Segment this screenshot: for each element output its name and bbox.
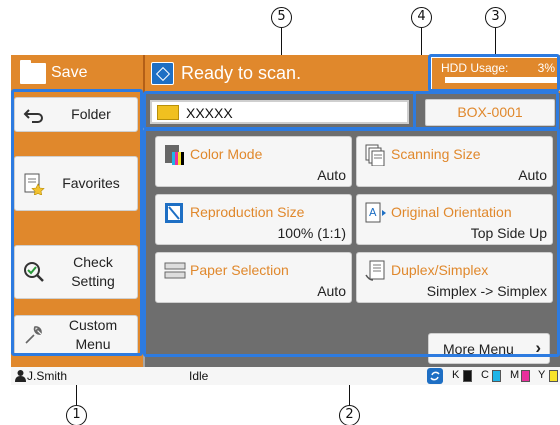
function-area-highlight [143, 128, 560, 357]
folder-field-highlight [143, 91, 416, 130]
callout-2: 2 [339, 405, 360, 425]
callout-3-line [495, 28, 497, 55]
ink-refresh-icon [427, 368, 443, 384]
ink-label-y: Y [538, 369, 546, 381]
ink-level-m [521, 370, 530, 382]
status-area: Ready to scan. [145, 55, 423, 93]
ink-level-y [549, 370, 558, 382]
ink-level-c [492, 370, 501, 382]
callout-3: 3 [485, 7, 506, 28]
ink-label-k: K [452, 369, 460, 381]
status-message: Ready to scan. [181, 63, 302, 83]
mode-label: Save [51, 64, 88, 81]
start-icon [151, 62, 174, 85]
hdd-usage-highlight [428, 54, 560, 92]
user-name[interactable]: J.Smith [27, 369, 67, 383]
machine-status: Idle [189, 369, 209, 383]
ink-label-m: M [510, 369, 520, 381]
mode-indicator: Save [11, 55, 143, 93]
user-icon [15, 370, 26, 382]
sidebar-highlight [11, 89, 143, 356]
save-folder-icon [20, 60, 46, 84]
box-button-highlight [413, 91, 559, 130]
ink-level-k [463, 370, 472, 382]
callout-1: 1 [66, 405, 87, 425]
ink-label-c: C [481, 369, 489, 381]
callout-5: 5 [271, 7, 292, 28]
callout-4: 4 [411, 7, 432, 28]
status-bar: J.Smith Idle K C M Y [11, 367, 560, 385]
